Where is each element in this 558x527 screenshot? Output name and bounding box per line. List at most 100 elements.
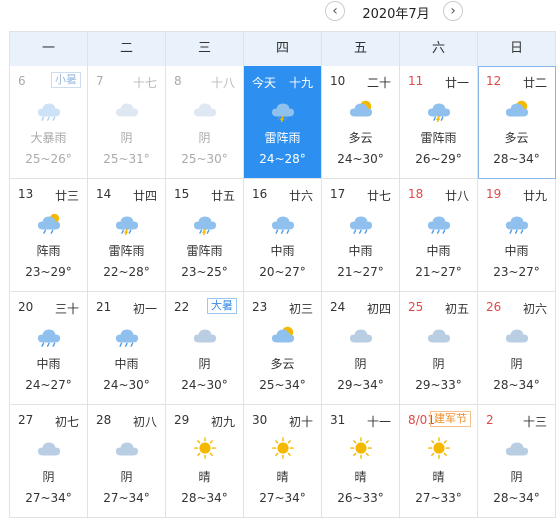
temperature-range: 28~34° (493, 491, 540, 505)
solar-term-badge: 建军节 (430, 411, 471, 427)
lunar-date: 初三 (288, 302, 313, 316)
lunar-date: 廿六 (288, 189, 313, 203)
day-cell[interactable]: 25 初五阴 29~33° (400, 292, 478, 405)
temperature-range: 27~33° (415, 491, 462, 505)
sunny-icon (425, 437, 453, 461)
sunny-icon (191, 437, 219, 461)
temperature-range: 25~34° (259, 378, 306, 392)
thunder-rain-icon (425, 98, 453, 123)
lunar-date: 十九 (288, 76, 313, 90)
day-number: 18 (408, 187, 424, 201)
temperature-range: 29~34° (337, 378, 384, 392)
lunar-date: 廿二 (522, 76, 547, 90)
thunder-rain-icon (269, 98, 297, 123)
day-cell[interactable]: 21 初一 中雨 24~30° (88, 292, 166, 405)
heavy-rain-icon (35, 98, 63, 122)
temperature-range: 24~30° (103, 378, 150, 392)
lunar-date: 廿八 (444, 189, 469, 203)
day-number: 27 (18, 413, 34, 427)
day-cell[interactable]: 6 小暑 大暴雨 25~26° (10, 66, 88, 179)
weather-condition: 阵雨 (36, 244, 61, 258)
day-number: 31 (330, 413, 346, 427)
day-cell[interactable]: 19 廿九 中雨 23~27° (478, 179, 556, 292)
lunar-date: 初六 (522, 302, 547, 316)
lunar-date: 初十 (288, 415, 313, 429)
day-number: 21 (96, 300, 112, 314)
weather-condition: 阴 (510, 470, 523, 484)
day-number: 14 (96, 187, 112, 201)
cloudy-icon (191, 98, 219, 122)
partly-cloudy-icon (269, 324, 297, 348)
day-number: 30 (252, 413, 268, 427)
temperature-range: 28~34° (181, 491, 228, 505)
day-cell[interactable]: 今天 十九 雷阵雨 24~28° (244, 66, 322, 179)
weekday-label: 三 (166, 32, 244, 67)
cloudy-icon (113, 98, 141, 122)
day-cell[interactable]: 30 初十晴 27~34° (244, 405, 322, 518)
day-cell[interactable]: 13 廿三 阵雨 23~29° (10, 179, 88, 292)
weather-condition: 多云 (348, 131, 373, 145)
lunar-date: 初四 (366, 302, 391, 316)
day-cell[interactable]: 29 初九晴 28~34° (166, 405, 244, 518)
day-cell[interactable]: 16 廿六 中雨 20~27° (244, 179, 322, 292)
lunar-date: 十七 (132, 76, 157, 90)
weather-condition: 阴 (198, 131, 211, 145)
weekday-label: 五 (322, 32, 400, 67)
lunar-date: 十一 (366, 415, 391, 429)
day-cell[interactable]: 22 大暑阴 24~30° (166, 292, 244, 405)
day-cell[interactable]: 10 二十 多云 24~30° (322, 66, 400, 179)
day-number: 23 (252, 300, 268, 314)
day-cell[interactable]: 20 三十 中雨 24~27° (10, 292, 88, 405)
day-cell[interactable]: 12 廿二 多云 28~34° (478, 66, 556, 179)
day-number: 10 (330, 74, 346, 88)
day-number: 12 (486, 74, 502, 88)
day-cell[interactable]: 28 初八阴 27~34° (88, 405, 166, 518)
temperature-range: 25~30° (181, 152, 228, 166)
temperature-range: 21~27° (337, 265, 384, 279)
day-number: 25 (408, 300, 424, 314)
day-cell[interactable]: 23 初三 多云 25~34° (244, 292, 322, 405)
day-number: 8 (174, 74, 182, 88)
cloudy-icon (191, 324, 219, 348)
lunar-date: 廿四 (132, 189, 157, 203)
rain-icon (425, 211, 453, 235)
day-cell[interactable]: 24 初四阴 29~34° (322, 292, 400, 405)
day-cell[interactable]: 18 廿八 中雨 21~27° (400, 179, 478, 292)
weather-condition: 晴 (432, 470, 445, 484)
weather-condition: 阴 (510, 357, 523, 371)
weather-condition: 中雨 (504, 244, 529, 258)
day-number: 29 (174, 413, 190, 427)
weekday-label: 日 (478, 32, 556, 67)
next-month-button[interactable]: › (443, 1, 463, 21)
day-cell[interactable]: 17 廿七 中雨 21~27° (322, 179, 400, 292)
sunny-icon (347, 437, 375, 461)
day-cell[interactable]: 15 廿五 雷阵雨 23~25° (166, 179, 244, 292)
day-cell[interactable]: 2 十三阴 28~34° (478, 405, 556, 518)
temperature-range: 20~27° (259, 265, 306, 279)
day-cell[interactable]: 31 十一晴 26~33° (322, 405, 400, 518)
shower-icon (35, 211, 63, 235)
lunar-date: 初五 (444, 302, 469, 316)
day-cell[interactable]: 26 初六阴 28~34° (478, 292, 556, 405)
day-cell[interactable]: 27 初七阴 27~34° (10, 405, 88, 518)
temperature-range: 26~33° (337, 491, 384, 505)
day-number: 7 (96, 74, 104, 88)
lunar-date: 廿九 (522, 189, 547, 203)
day-number: 6 (18, 74, 26, 88)
temperature-range: 27~34° (103, 491, 150, 505)
day-number: 28 (96, 413, 112, 427)
day-number: 26 (486, 300, 502, 314)
cloudy-icon (347, 324, 375, 348)
prev-month-button[interactable]: ‹ (325, 1, 345, 21)
day-grid: 6 小暑 大暴雨 25~26° 7 十七阴 25~31° 8 十八阴 25~30° 今天 十九 雷阵雨 2… (10, 66, 556, 518)
rain-icon (347, 211, 375, 235)
day-cell[interactable]: 11 廿一 雷阵雨 26~29° (400, 66, 478, 179)
day-cell[interactable]: 8 十八阴 25~30° (166, 66, 244, 179)
weather-condition: 晴 (354, 470, 367, 484)
day-number: 17 (330, 187, 346, 201)
day-cell[interactable]: 14 廿四 雷阵雨 22~28° (88, 179, 166, 292)
day-number: 22 (174, 300, 190, 314)
day-number: 24 (330, 300, 346, 314)
day-cell[interactable]: 8/01 建军节晴 27~33° (400, 405, 478, 518)
day-cell[interactable]: 7 十七阴 25~31° (88, 66, 166, 179)
